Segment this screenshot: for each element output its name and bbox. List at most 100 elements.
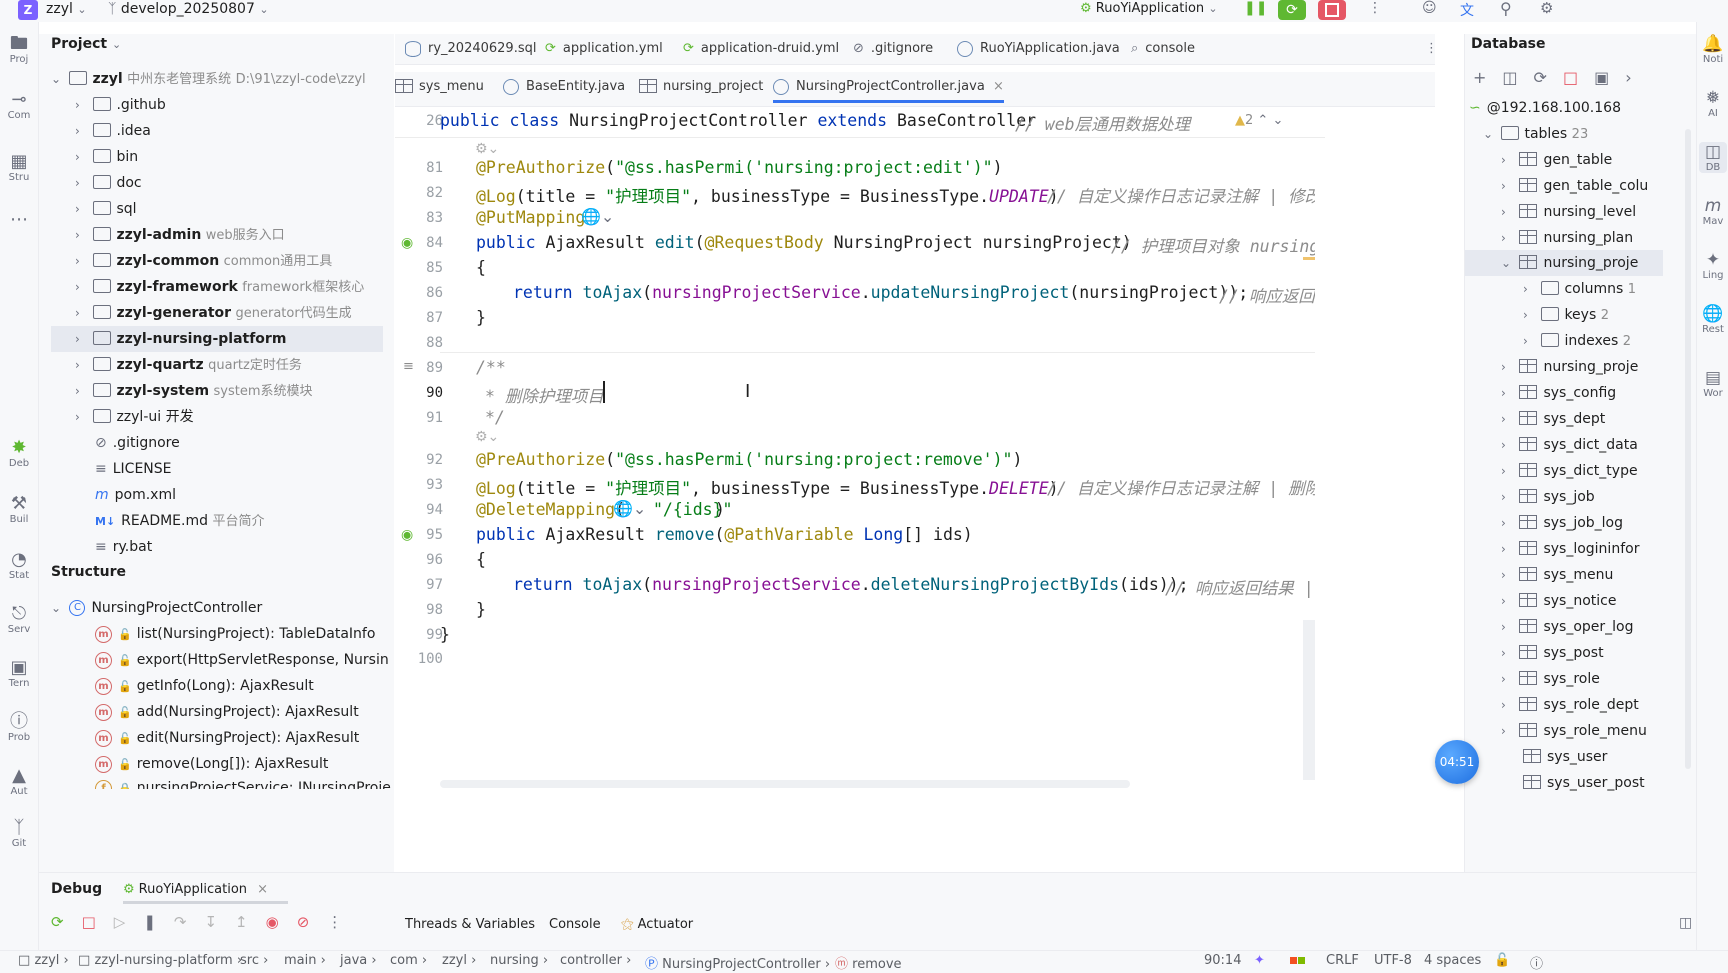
tree-file[interactable]: ⊘ .gitignore [95,430,180,456]
branch-dropdown[interactable]: ᛉ develop_20250807 ⌄ [108,0,269,19]
rerun-button[interactable]: ⟳ [1278,0,1306,20]
db-table-row[interactable]: › sys_role [1501,666,1600,692]
stop-icon[interactable]: □ [82,913,114,931]
timer-badge[interactable]: 04:51 [1435,740,1479,784]
tool-notifications[interactable]: 🔔 Noti [1699,34,1727,65]
caret-position[interactable]: 90:14 [1204,953,1241,968]
db-subnode[interactable]: › keys 2 [1523,302,1609,328]
settings-icon[interactable]: ⚙ [1540,0,1553,17]
tab-ruoyi-application[interactable]: RuoYiApplication.java [957,34,1120,64]
tree-item[interactable]: › zzyl-system system系统模块 [75,378,313,404]
info-icon[interactable]: ⓘ [1530,953,1543,972]
tree-item[interactable]: › .idea [75,118,151,144]
breadcrumb-item[interactable]: ⓜ remove [835,953,902,972]
tab-ry-sql[interactable]: ry_20240629.sql [405,34,536,64]
db-table-row[interactable]: › sys_job [1501,484,1595,510]
tab-gitignore[interactable]: ⊘ .gitignore [853,34,933,64]
resume-icon[interactable]: ▷ [114,913,144,931]
project-name-dropdown[interactable]: zzyl ⌄ [46,0,87,19]
read-write-lock-icon[interactable]: 🔓 [1494,953,1510,968]
tree-item[interactable]: › zzyl-ui 开发 [75,404,194,430]
resume-icon[interactable]: ❚❚ [1244,0,1267,16]
stop-button[interactable] [1318,0,1346,20]
tree-file[interactable]: m pom.xml [95,482,176,508]
db-table-row[interactable]: › sys_dict_type [1501,458,1638,484]
inlay-hint-icon[interactable]: ⚙⌄ [475,429,499,445]
tab-console[interactable]: Console [549,917,601,932]
warning-indicator[interactable]: ▲2 ⌃ ⌄ [1235,113,1283,128]
tree-file[interactable]: ≡ LICENSE [95,456,172,482]
tab-application-druid-yml[interactable]: ⟳ application-druid.yml [683,34,839,64]
tool-project[interactable]: 🖿 Proj [4,34,34,66]
endpoint-gutter-icon[interactable]: ◉ [401,527,413,543]
tool-debug[interactable]: ✸ Deb [4,438,34,470]
breadcrumb-item[interactable]: src › [240,953,268,968]
step-into-icon[interactable]: ↧ [204,913,235,931]
db-table-row[interactable]: › sys_logininfor [1501,536,1639,562]
stop-icon[interactable]: □ [1563,68,1594,87]
breadcrumb-item[interactable]: controller › [560,953,631,968]
tree-item[interactable]: › doc [75,170,142,196]
db-table-row[interactable]: › sys_config [1501,380,1616,406]
tab-actuator[interactable]: ⚝ Actuator [621,917,693,932]
more-icon[interactable]: ⋮ [327,913,360,931]
tool-lingma[interactable]: ✦ Ling [1699,250,1727,281]
vertical-scrollbar[interactable] [1685,129,1691,769]
tab-console[interactable]: ⌕ console [1131,34,1195,64]
tree-item[interactable]: › zzyl-admin web服务入口 [75,222,285,248]
endpoint-gutter-icon[interactable]: ◉ [401,235,413,251]
db-connection[interactable]: ∽ @192.168.100.168 [1469,95,1621,121]
tree-root[interactable]: ⌄ zzyl 中州东老管理系统 D:\91\zzyl-code\zzyl [51,66,366,92]
tab-sys-menu[interactable]: sys_menu [395,72,484,102]
inlay-hint-icon[interactable]: ⚙⌄ [475,141,499,157]
step-out-icon[interactable]: ↥ [235,913,266,931]
step-over-icon[interactable]: ↷ [174,913,205,931]
tool-maven[interactable]: m Mav [1699,196,1727,227]
view-breakpoints-icon[interactable]: ◉ [266,913,297,931]
file-encoding[interactable]: UTF-8 [1374,953,1412,968]
tool-structure[interactable]: ▦ Stru [4,152,34,184]
structure-member[interactable]: m 🔓 remove(Long[]): AjaxResult [95,751,328,777]
db-table-row[interactable]: › nursing_proje [1501,354,1638,380]
db-subnode[interactable]: › indexes 2 [1523,328,1631,354]
db-table-row-selected[interactable]: ⌄ nursing_proje [1465,250,1663,276]
structure-member[interactable]: m 🔓 getInfo(Long): AjaxResult [95,673,314,699]
tree-item[interactable]: › zzyl-quartz quartz定时任务 [75,352,302,378]
structure-member[interactable]: m 🔓 add(NursingProject): AjaxResult [95,699,359,725]
chevron-right-icon[interactable]: › [1625,68,1647,87]
tool-services[interactable]: ⎋ Serv [4,604,34,636]
breadcrumb-item[interactable]: nursing › [490,953,548,968]
db-table-row[interactable]: › gen_table_colu [1501,173,1648,199]
breadcrumb-item[interactable]: java › [340,953,377,968]
tree-item-selected[interactable]: › zzyl-nursing-platform [51,326,383,352]
tree-item[interactable]: › zzyl-common common通用工具 [75,248,332,274]
tool-build[interactable]: ⚒ Buil [4,494,34,526]
debug-panel-title[interactable]: Debug [51,881,102,897]
tool-status[interactable]: ◔ Stat [4,550,34,582]
tree-file[interactable]: ≡ ry.bat [95,534,152,560]
breadcrumb-item[interactable]: main › [284,953,326,968]
db-table-row[interactable]: › sys_notice [1501,588,1616,614]
structure-member[interactable]: f 🔒 nursingProjectService: INursingProje [95,777,391,789]
structure-title[interactable]: Structure [51,564,126,580]
tool-terminal[interactable]: ▣ Tern [4,658,34,690]
add-user-icon[interactable]: ☺ [1422,0,1437,16]
tool-commit[interactable]: ⊸ Com [4,90,34,122]
sticky-header[interactable]: 26 public class NursingProjectController… [395,107,1325,138]
layout-icon[interactable]: ◫ [1679,915,1692,931]
breadcrumb-item[interactable]: zzyl › [442,953,476,968]
db-tables-folder[interactable]: ⌄ tables 23 [1483,121,1588,147]
breadcrumb-item[interactable]: Ⓟ NursingProjectController › [645,953,830,972]
structure-class[interactable]: ⌄ C NursingProjectController [51,595,262,621]
tab-overflow-icon[interactable]: ⋮ [1425,34,1438,64]
more-actions-icon[interactable]: ⋮ [1368,0,1382,16]
breadcrumb-item[interactable]: com › [390,953,427,968]
globe-icon[interactable]: 🌐⌄ [581,207,614,226]
db-properties-icon[interactable]: ◫ [1502,68,1533,87]
search-icon[interactable]: ⚲ [1500,0,1512,18]
breadcrumb-item[interactable]: □ zzyl-nursing-platform › [78,953,242,968]
indent-setting[interactable]: 4 spaces [1424,953,1481,968]
db-table-row[interactable]: › sys_role_dept [1501,692,1639,718]
db-table-row[interactable]: › sys_role_menu [1501,718,1647,744]
tool-aut[interactable]: ▲ Aut [4,766,34,798]
